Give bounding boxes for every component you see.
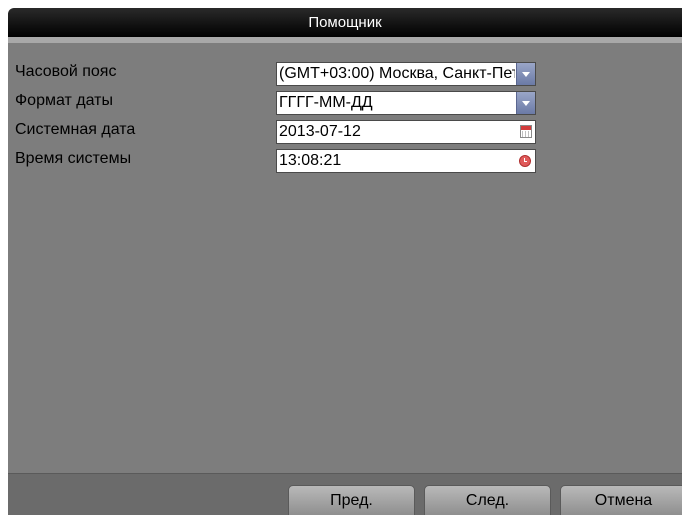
timezone-label: Часовой пояс — [15, 63, 117, 80]
timezone-row: Часовой пояс (GMT+03:00) Москва, Санкт-П… — [8, 58, 682, 88]
system-time-label: Время системы — [15, 150, 132, 167]
prev-button[interactable]: Пред. — [288, 485, 415, 515]
system-date-label: Системная дата — [15, 121, 136, 138]
wizard-window: Помощник Часовой пояс (GMT+03:00) Москва… — [8, 8, 682, 515]
date-format-label: Формат даты — [15, 92, 113, 109]
system-date-field[interactable]: 2013-07-12 — [276, 120, 536, 144]
system-time-value: 13:08:21 — [279, 152, 342, 169]
system-time-field[interactable]: 13:08:21 — [276, 149, 536, 173]
date-format-row: Формат даты ГГГГ-ММ-ДД — [8, 87, 682, 117]
clock-icon[interactable] — [519, 155, 531, 167]
timezone-value: (GMT+03:00) Москва, Санкт-Петербург — [279, 65, 515, 82]
timezone-select[interactable]: (GMT+03:00) Москва, Санкт-Петербург — [276, 62, 536, 86]
clock-icon-minute-hand — [524, 161, 527, 162]
cancel-button[interactable]: Отмена — [560, 485, 682, 515]
timezone-dropdown-button[interactable] — [516, 63, 535, 85]
next-button[interactable]: След. — [424, 485, 551, 515]
calendar-icon-grid — [522, 131, 530, 137]
system-date-value: 2013-07-12 — [279, 123, 361, 140]
system-time-row: Время системы 13:08:21 — [8, 145, 682, 175]
wizard-footer: Пред. След. Отмена — [8, 473, 682, 515]
calendar-icon-header — [521, 126, 531, 130]
calendar-icon[interactable] — [520, 125, 532, 138]
date-format-value: ГГГГ-ММ-ДД — [279, 94, 373, 111]
chevron-down-icon — [522, 72, 530, 77]
date-format-dropdown-button[interactable] — [516, 92, 535, 114]
system-date-row: Системная дата 2013-07-12 — [8, 116, 682, 146]
chevron-down-icon — [522, 101, 530, 106]
wizard-content: Часовой пояс (GMT+03:00) Москва, Санкт-П… — [8, 43, 682, 473]
window-title: Помощник — [8, 8, 682, 37]
date-format-select[interactable]: ГГГГ-ММ-ДД — [276, 91, 536, 115]
